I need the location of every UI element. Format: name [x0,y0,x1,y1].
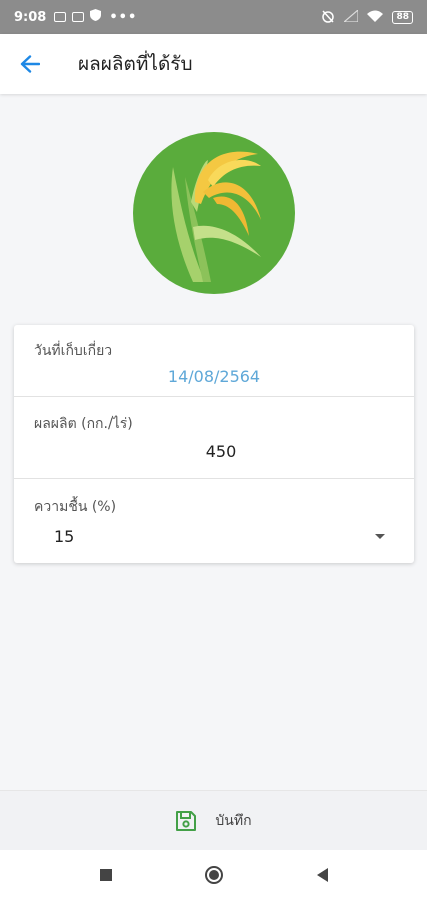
moisture-value: 15 [54,526,75,546]
signal-icon [342,8,360,25]
message-icon [54,12,67,22]
caret-down-icon [375,533,385,539]
yield-label: ผลผลิต (กก./ไร่) [34,416,133,432]
system-back-button[interactable] [302,855,342,895]
rice-plant-icon [171,151,261,282]
battery-icon: 88 [392,10,413,24]
rice-logo [133,132,295,294]
yield-input[interactable]: 450 [14,442,427,461]
yield-field[interactable]: ผลผลิต (กก./ไร่) 450 [14,397,414,479]
home-button[interactable] [194,855,234,895]
harvest-date-field[interactable]: วันที่เก็บเกี่ยว 14/08/2564 [14,325,414,397]
more-icon: ••• [109,9,138,25]
recents-button[interactable] [86,855,126,895]
back-button[interactable] [0,34,60,94]
moisture-label: ความชื้น (%) [34,499,117,515]
back-triangle-icon [316,868,328,882]
bottom-action-bar: บันทึก [0,790,427,850]
system-nav-bar [0,850,427,900]
home-circle-icon [204,866,223,884]
harvest-form-card: วันที่เก็บเกี่ยว 14/08/2564 ผลผลิต (กก./… [14,325,414,563]
moisture-field: ความชื้น (%) 15 [14,479,414,563]
recents-square-icon [99,869,112,881]
harvest-date-value[interactable]: 14/08/2564 [14,367,414,386]
status-time: 9:08 [14,9,47,25]
arrow-left-icon [20,55,40,73]
moisture-dropdown[interactable]: 15 [54,519,394,553]
wifi-icon [367,10,384,25]
mail-icon [72,12,85,22]
shield-icon [90,9,102,25]
save-button[interactable]: บันทึก [159,802,267,840]
status-bar: 9:08 ••• 88 [0,0,427,34]
floppy-disk-icon [176,810,197,831]
page-title: ผลผลิตที่ได้รับ [78,53,193,75]
harvest-date-label: วันที่เก็บเกี่ยว [34,343,113,359]
alarm-icon [321,9,335,26]
save-label: บันทึก [215,812,252,829]
app-bar: ผลผลิตที่ได้รับ [0,34,427,94]
